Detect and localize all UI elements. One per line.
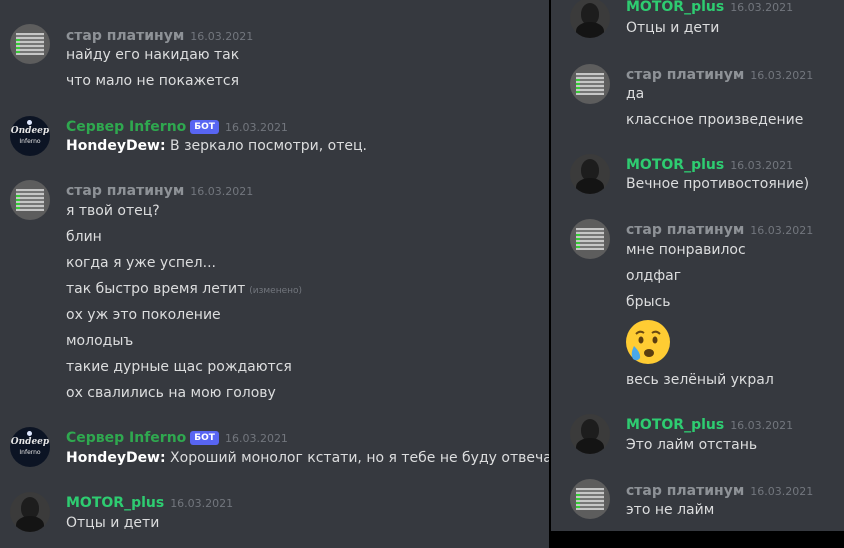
- message-header: MOTOR_plus 16.03.2021: [626, 154, 793, 173]
- message-header: стар платинум 16.03.2021: [66, 180, 253, 199]
- message-text: Отцы и дети: [626, 20, 720, 36]
- timestamp: 16.03.2021: [730, 1, 794, 14]
- bot-logo-subtext: Inferno: [19, 138, 41, 145]
- username[interactable]: MOTOR_plus: [626, 0, 724, 15]
- right-chat-panel: MOTOR_plus 16.03.2021 Отцы и дети стар пл…: [551, 0, 844, 531]
- username[interactable]: MOTOR_plus: [66, 495, 164, 511]
- user-avatar[interactable]: [570, 479, 610, 519]
- message-header: MOTOR_plus 16.03.2021: [626, 414, 793, 433]
- bot-logo-subtext: Inferno: [19, 449, 41, 456]
- message-text: олдфаг: [626, 268, 682, 284]
- username[interactable]: стар платинум: [66, 28, 184, 44]
- username[interactable]: стар платинум: [66, 183, 184, 199]
- message-text: классное произведение: [626, 112, 804, 128]
- user-avatar[interactable]: [570, 0, 610, 38]
- message-text: я твой отец?: [66, 203, 160, 219]
- timestamp: 16.03.2021: [190, 185, 254, 198]
- message-body: так быстро время летит: [66, 281, 246, 297]
- username[interactable]: MOTOR_plus: [626, 417, 724, 433]
- bot-logo-text: Ondeep: [10, 437, 50, 447]
- user-avatar[interactable]: [10, 492, 50, 532]
- message-text: когда я уже успел...: [66, 255, 216, 271]
- message-header: Сервер Inferno БОТ 16.03.2021: [66, 427, 288, 446]
- message-text: мне понравилос: [626, 242, 746, 258]
- bot-logo-text: Ondeep: [10, 126, 50, 136]
- message-header: Сервер Inferno БОТ 16.03.2021: [66, 116, 288, 135]
- message-text: так быстро время летит (изменено): [66, 281, 302, 297]
- message-text: блин: [66, 229, 102, 245]
- timestamp: 16.03.2021: [224, 432, 288, 445]
- message-body: В зеркало посмотри, отец.: [170, 138, 367, 154]
- message-header: стар платинум 16.03.2021: [626, 480, 813, 499]
- bot-logo-icon: [27, 120, 32, 125]
- message-text: ох свалились на мою голову: [66, 385, 276, 401]
- message-text: Это лайм отстань: [626, 437, 758, 453]
- timestamp: 16.03.2021: [170, 497, 234, 510]
- message-text: брысь: [626, 294, 671, 310]
- message-header: MOTOR_plus 16.03.2021: [66, 492, 233, 511]
- timestamp: 16.03.2021: [190, 30, 254, 43]
- user-avatar[interactable]: [570, 414, 610, 454]
- message-body: Хороший монолог кстати, но я тебе не буд…: [170, 450, 549, 466]
- message-text: Отцы и дети: [66, 515, 160, 531]
- message-text: такие дурные щас рождаются: [66, 359, 292, 375]
- message-text: это не лайм: [626, 502, 715, 518]
- message-text: Вечное противостояние): [626, 176, 810, 192]
- left-chat-panel: стар платинум 16.03.2021 найду его накида…: [0, 0, 549, 548]
- bot-badge: БОТ: [190, 431, 219, 445]
- message-header: стар платинум 16.03.2021: [66, 25, 253, 44]
- timestamp: 16.03.2021: [730, 419, 794, 432]
- message-text: что мало не покажется: [66, 73, 240, 89]
- bot-avatar[interactable]: Ondeep Inferno: [10, 427, 50, 467]
- user-avatar[interactable]: [570, 154, 610, 194]
- timestamp: 16.03.2021: [750, 224, 814, 237]
- message-text: ох уж это поколение: [66, 307, 221, 323]
- timestamp: 16.03.2021: [224, 121, 288, 134]
- message-text: HondeyDew: В зеркало посмотри, отец.: [66, 138, 367, 154]
- username[interactable]: Сервер Inferno: [66, 119, 186, 135]
- message-text: да: [626, 86, 645, 102]
- message-header: MOTOR_plus 16.03.2021: [626, 0, 793, 15]
- username[interactable]: стар платинум: [626, 67, 744, 83]
- timestamp: 16.03.2021: [750, 69, 814, 82]
- mention[interactable]: HondeyDew:: [66, 138, 166, 154]
- user-avatar[interactable]: [570, 64, 610, 104]
- username[interactable]: MOTOR_plus: [626, 157, 724, 173]
- user-avatar[interactable]: [10, 180, 50, 220]
- message-text: весь зелёный украл: [626, 372, 774, 388]
- bot-logo-icon: [27, 431, 32, 436]
- message-header: стар платинум 16.03.2021: [626, 219, 813, 238]
- username[interactable]: стар платинум: [626, 483, 744, 499]
- message-header: стар платинум 16.03.2021: [626, 64, 813, 83]
- username[interactable]: Сервер Inferno: [66, 430, 186, 446]
- message-text: HondeyDew: Хороший монолог кстати, но я …: [66, 450, 549, 466]
- timestamp: 16.03.2021: [750, 485, 814, 498]
- mention[interactable]: HondeyDew:: [66, 450, 166, 466]
- edited-label: (изменено): [249, 286, 303, 296]
- username[interactable]: стар платинум: [626, 222, 744, 238]
- panel-gap: [551, 531, 844, 548]
- user-avatar[interactable]: [10, 24, 50, 64]
- bot-badge: БОТ: [190, 120, 219, 134]
- timestamp: 16.03.2021: [730, 159, 794, 172]
- crying-face-icon[interactable]: [624, 318, 672, 366]
- user-avatar[interactable]: [570, 219, 610, 259]
- bot-avatar[interactable]: Ondeep Inferno: [10, 116, 50, 156]
- message-text: найду его накидаю так: [66, 47, 240, 63]
- message-text: молодыъ: [66, 333, 134, 349]
